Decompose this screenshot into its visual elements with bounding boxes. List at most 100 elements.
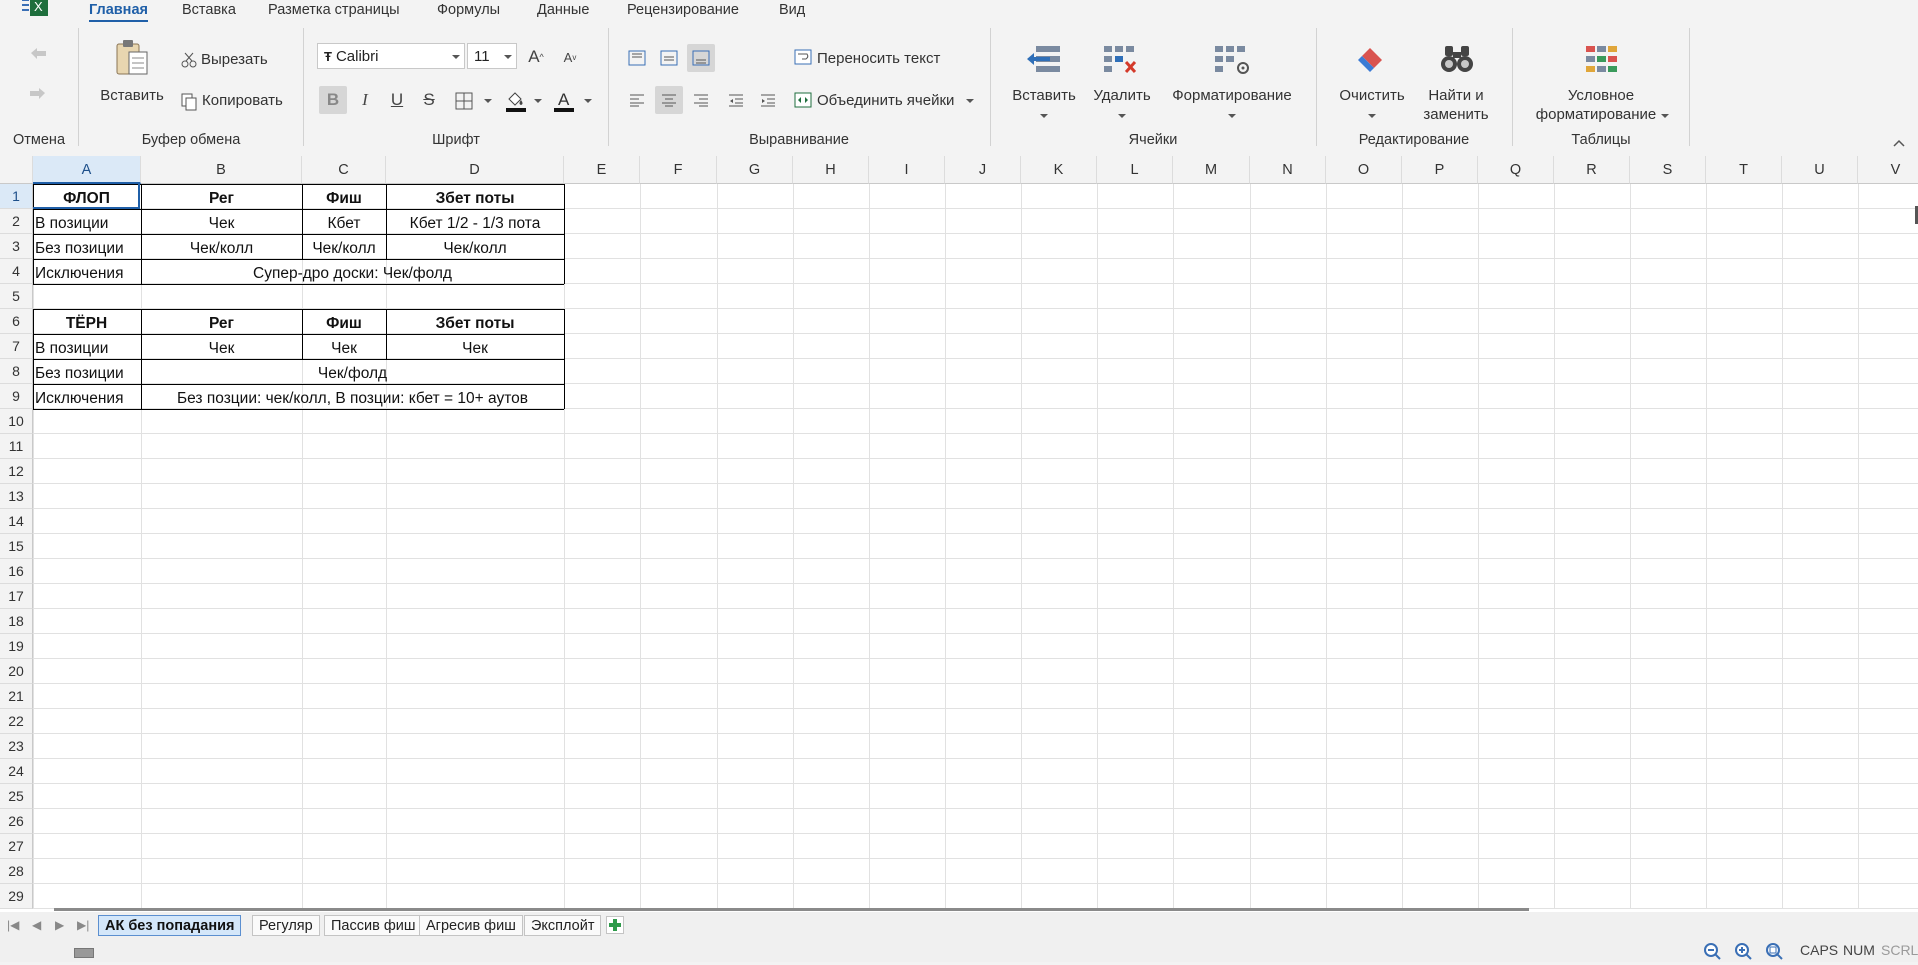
menu-tab-view[interactable]: Вид xyxy=(779,0,805,20)
spreadsheet-grid[interactable]: ABCDEFGHIJKLMNOPQRSTUV 1 2 3 4 5 6 7 8 9 10 11 12 13… xyxy=(0,156,1918,912)
row-header-18[interactable]: 18 xyxy=(0,609,33,634)
binoculars-icon[interactable] xyxy=(1439,44,1475,81)
row-header-25[interactable]: 25 xyxy=(0,784,33,809)
menu-tab-insert[interactable]: Вставка xyxy=(182,0,236,20)
column-header-m[interactable]: M xyxy=(1173,156,1250,184)
chevron-down-icon[interactable] xyxy=(966,99,974,103)
row-header-19[interactable]: 19 xyxy=(0,634,33,659)
copy-icon[interactable] xyxy=(181,93,197,116)
cell-A9[interactable]: Исключения xyxy=(35,387,123,411)
insert-cells-icon[interactable] xyxy=(1026,44,1062,81)
row-header-5[interactable]: 5 xyxy=(0,284,33,309)
conditional-formatting-button[interactable]: Условное xyxy=(1568,87,1634,104)
column-header-v[interactable]: V xyxy=(1858,156,1918,184)
cell-A8[interactable]: Без позиции xyxy=(35,362,124,386)
collapse-ribbon-icon[interactable] xyxy=(1893,134,1905,152)
cell-B3[interactable]: Чек/колл xyxy=(141,237,302,261)
decrease-indent-icon[interactable] xyxy=(722,86,750,114)
row-header-27[interactable]: 27 xyxy=(0,834,33,859)
column-header-t[interactable]: T xyxy=(1706,156,1782,184)
cell-A2[interactable]: В позиции xyxy=(35,212,108,236)
row-header-9[interactable]: 9 xyxy=(0,384,33,409)
fill-color-icon[interactable] xyxy=(505,89,527,118)
row-header-1[interactable]: 1 xyxy=(0,184,33,209)
row-header-26[interactable]: 26 xyxy=(0,809,33,834)
sheet-tab-regular[interactable]: Регуляр xyxy=(252,915,320,936)
column-header-u[interactable]: U xyxy=(1782,156,1858,184)
row-header-17[interactable]: 17 xyxy=(0,584,33,609)
column-header-c[interactable]: C xyxy=(302,156,386,184)
column-header-b[interactable]: B xyxy=(141,156,302,184)
format-cells-icon[interactable] xyxy=(1213,44,1249,81)
format-cells-button[interactable]: Форматирование xyxy=(1172,87,1292,104)
row-header-24[interactable]: 24 xyxy=(0,759,33,784)
eraser-icon[interactable] xyxy=(1356,44,1388,81)
row-header-13[interactable]: 13 xyxy=(0,484,33,509)
cell-C6[interactable]: Фиш xyxy=(302,312,386,336)
chevron-down-icon[interactable] xyxy=(1040,114,1048,118)
align-left-icon[interactable] xyxy=(623,86,651,114)
row-header-22[interactable]: 22 xyxy=(0,709,33,734)
row-header-12[interactable]: 12 xyxy=(0,459,33,484)
row-header-10[interactable]: 10 xyxy=(0,409,33,434)
chevron-down-icon[interactable] xyxy=(1228,114,1236,118)
column-header-p[interactable]: P xyxy=(1402,156,1478,184)
column-header-s[interactable]: S xyxy=(1630,156,1706,184)
merge-cells-icon[interactable] xyxy=(794,92,812,113)
shrink-font-icon[interactable]: Av xyxy=(556,43,584,71)
align-right-icon[interactable] xyxy=(687,86,715,114)
bold-button[interactable]: B xyxy=(319,86,347,114)
insert-cells-button[interactable]: Вставить xyxy=(1012,87,1076,104)
font-size-select[interactable]: 11 xyxy=(467,43,517,69)
column-header-f[interactable]: F xyxy=(640,156,717,184)
row-header-2[interactable]: 2 xyxy=(0,209,33,234)
row-header-7[interactable]: 7 xyxy=(0,334,33,359)
chevron-down-icon[interactable] xyxy=(534,99,542,103)
grow-font-icon[interactable]: A ^ xyxy=(522,43,550,71)
chevron-down-icon[interactable] xyxy=(584,99,592,103)
paste-icon[interactable] xyxy=(115,38,151,83)
horizontal-scrollbar[interactable] xyxy=(54,908,1529,911)
row-header-15[interactable]: 15 xyxy=(0,534,33,559)
cell-B4-merged[interactable]: Супер-дро доски: Чек/фолд xyxy=(141,262,564,286)
cell-C3[interactable]: Чек/колл xyxy=(302,237,386,261)
cell-D7[interactable]: Чек xyxy=(386,337,564,361)
cell-A3[interactable]: Без позиции xyxy=(35,237,124,261)
paste-button[interactable]: Вставить xyxy=(100,87,164,104)
row-header-20[interactable]: 20 xyxy=(0,659,33,684)
row-header-28[interactable]: 28 xyxy=(0,859,33,884)
row-header-4[interactable]: 4 xyxy=(0,259,33,284)
menu-tab-data[interactable]: Данные xyxy=(537,0,589,20)
column-header-j[interactable]: J xyxy=(945,156,1021,184)
font-color-icon[interactable]: A xyxy=(553,89,575,118)
borders-icon[interactable] xyxy=(455,92,473,115)
sheet-tab-exploit[interactable]: Эксплойт xyxy=(524,915,602,936)
row-header-21[interactable]: 21 xyxy=(0,684,33,709)
cell-D3[interactable]: Чек/колл xyxy=(386,237,564,261)
row-header-16[interactable]: 16 xyxy=(0,559,33,584)
cell-A4[interactable]: Исключения xyxy=(35,262,123,286)
row-header-29[interactable]: 29 xyxy=(0,884,33,909)
excel-icon[interactable]: X xyxy=(22,0,48,18)
column-header-e[interactable]: E xyxy=(564,156,640,184)
menu-tab-home[interactable]: Главная xyxy=(89,0,148,22)
menu-tab-page-layout[interactable]: Разметка страницы xyxy=(268,0,400,20)
column-header-o[interactable]: O xyxy=(1326,156,1402,184)
redo-icon[interactable] xyxy=(28,86,48,105)
font-family-select[interactable]: Ŧ Calibri xyxy=(317,43,465,69)
chevron-down-icon[interactable] xyxy=(1661,114,1669,118)
column-header-r[interactable]: R xyxy=(1554,156,1630,184)
underline-button[interactable]: U xyxy=(383,86,411,114)
chevron-down-icon[interactable] xyxy=(484,99,492,103)
first-sheet-icon[interactable]: |◀ xyxy=(7,918,19,932)
column-header-i[interactable]: I xyxy=(869,156,945,184)
row-header-8[interactable]: 8 xyxy=(0,359,33,384)
column-header-l[interactable]: L xyxy=(1097,156,1173,184)
sheet-tab-aggressive-fish[interactable]: Агресив фиш xyxy=(419,915,523,936)
column-header-k[interactable]: K xyxy=(1021,156,1097,184)
align-bottom-icon[interactable] xyxy=(687,44,715,72)
clear-button[interactable]: Очистить xyxy=(1339,87,1404,104)
cut-icon[interactable] xyxy=(181,52,197,73)
cell-A7[interactable]: В позиции xyxy=(35,337,108,361)
last-sheet-icon[interactable]: ▶| xyxy=(77,918,89,932)
